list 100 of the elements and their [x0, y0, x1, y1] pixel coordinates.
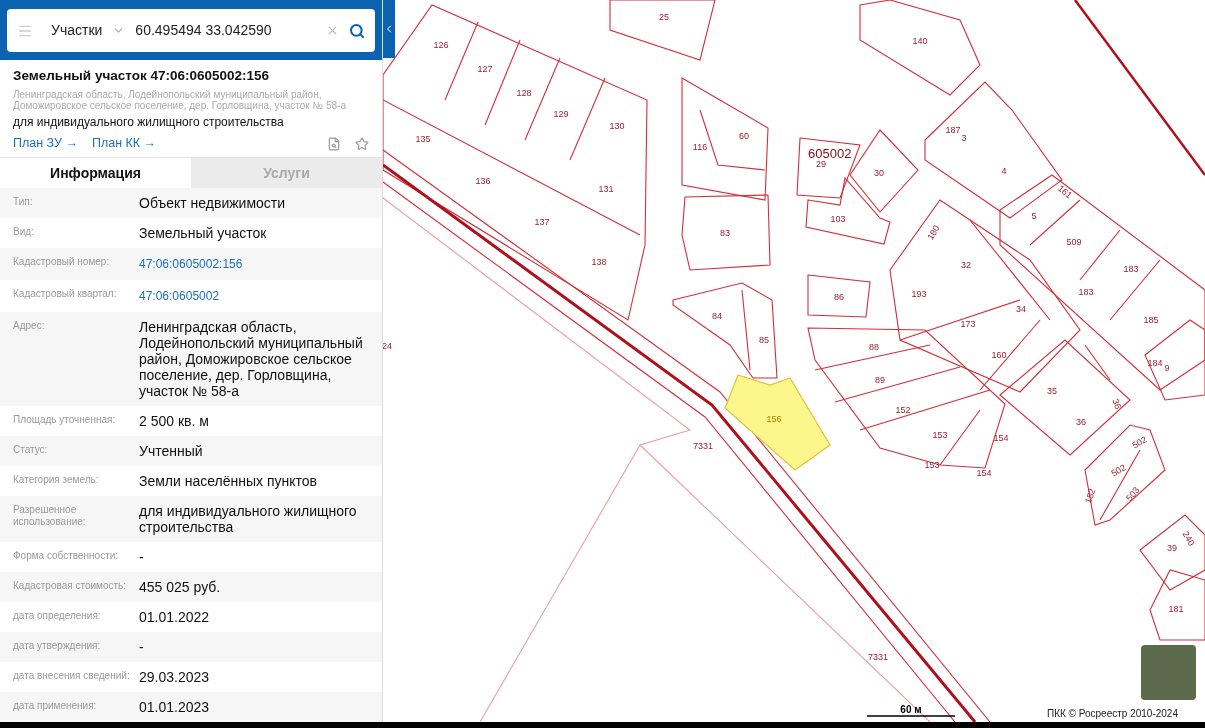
- parcel-number: 136: [475, 176, 491, 186]
- parcel-number: 29: [816, 159, 826, 169]
- field-label: дата определения:: [13, 609, 102, 622]
- field-label: дата применения:: [13, 699, 98, 712]
- parcel-number: 5: [1031, 211, 1037, 221]
- field-label: Адрес:: [13, 319, 46, 332]
- parcel-number: 7331: [868, 652, 888, 662]
- parcel-number: 503: [1124, 485, 1142, 504]
- parcel-number: 240: [1180, 529, 1197, 548]
- parcel-number: 138: [591, 257, 607, 267]
- object-address: Ленинградская область, Лодейнопольский муниципальный район, Доможировское сельское поселение, дер. Горловщина, участок № 58-а: [13, 89, 348, 112]
- parcel-number: 24: [383, 341, 392, 351]
- field-value: Земли населённых пунктов: [139, 473, 318, 489]
- parcel-number: 160: [991, 350, 1007, 360]
- parcel-number: 187: [945, 125, 961, 135]
- field-value[interactable]: 47:06:0605002: [139, 287, 220, 305]
- parcel-number: 88: [869, 342, 879, 352]
- category-select[interactable]: Участки: [51, 20, 103, 41]
- field-label: Категория земель:: [13, 473, 100, 486]
- parcel-number: 129: [553, 109, 569, 119]
- field-value: 29.03.2023: [139, 669, 210, 685]
- field-value: 455 025 руб.: [139, 579, 221, 595]
- parcel-number: 502: [1109, 462, 1128, 479]
- parcel-number: 3: [961, 133, 967, 143]
- field-value: 01.01.2023: [139, 699, 210, 715]
- parcel-number: 153: [924, 460, 940, 470]
- field-value: Земельный участок: [139, 225, 267, 241]
- selected-parcel[interactable]: 156: [724, 374, 831, 471]
- document-search-icon[interactable]: [327, 136, 341, 151]
- clear-icon[interactable]: [326, 24, 339, 37]
- field-value: для индивидуального жилищного строительства: [139, 503, 358, 535]
- parcel-number: 86: [834, 292, 844, 302]
- parcel-number: 140: [912, 36, 928, 46]
- parcel-number: 34: [1016, 304, 1026, 314]
- field-label: Вид:: [13, 225, 35, 238]
- parcel-number: 4: [1001, 166, 1007, 176]
- field-label: Форма собственности:: [13, 549, 120, 562]
- parcel-number: 180: [925, 223, 942, 242]
- field-label: Статус:: [13, 443, 49, 456]
- parcel-number: 36: [1076, 417, 1086, 427]
- field-label: Площадь уточненная:: [13, 413, 117, 426]
- parcel-number: 84: [712, 311, 722, 321]
- parcel-number: 30: [874, 168, 884, 178]
- parcel-number: 32: [961, 260, 971, 270]
- parcel-number: 135: [415, 134, 431, 144]
- parcel-number: 182: [1082, 487, 1098, 505]
- parcel-number: 130: [609, 121, 625, 131]
- parcel-number: 25: [659, 12, 669, 22]
- field-label: дата утверждения:: [13, 639, 102, 652]
- object-title: Земельный участок 47:06:0605002:156: [13, 67, 271, 85]
- parcel-number: 60: [739, 131, 749, 141]
- field-value: -: [139, 549, 144, 565]
- copyright-text: ПКК © Росреестр 2010-2024: [1047, 707, 1178, 721]
- star-icon[interactable]: [355, 136, 369, 151]
- parcel-number: 126: [433, 40, 449, 50]
- panel-collapse-button[interactable]: [383, 0, 395, 58]
- quarter-number: 605002: [808, 146, 852, 161]
- parcel-number: 128: [516, 88, 532, 98]
- parcel-number: 83: [720, 228, 730, 238]
- parcel-number: 137: [534, 217, 550, 227]
- parcel-number: 103: [830, 214, 846, 224]
- parcel-number: 193: [911, 289, 927, 299]
- satellite-thumbnail[interactable]: [1141, 645, 1196, 700]
- parcel-number: 116: [692, 142, 708, 152]
- parcel-number: 39: [1167, 543, 1177, 553]
- parcel-number: 181: [1168, 604, 1184, 614]
- parcel-number: 185: [1143, 315, 1159, 325]
- field-label: Кадастровый квартал:: [13, 287, 118, 300]
- field-value: 01.01.2022: [139, 609, 210, 625]
- field-label: дата внесения сведений:: [13, 669, 131, 682]
- parcel-number: 509: [1066, 237, 1082, 247]
- parcel-number: 184: [1147, 358, 1163, 368]
- field-label: Кадастровая стоимость:: [13, 579, 128, 592]
- parcel-number: 154: [976, 468, 992, 478]
- parcel-number: 85: [759, 335, 769, 345]
- object-purpose: для индивидуального жилищного строительства: [13, 114, 285, 132]
- field-value[interactable]: 47:06:0605002:156: [139, 255, 243, 273]
- field-label: Тип:: [13, 195, 34, 208]
- parcel-number: 9: [1164, 363, 1170, 373]
- field-value: Учтенный: [139, 443, 203, 459]
- field-label: Разрешенное использование:: [13, 503, 87, 528]
- parcel-number: 153: [932, 430, 948, 440]
- parcel-number: 36: [1110, 397, 1124, 411]
- parcel-number: 183: [1123, 264, 1139, 274]
- plan-link[interactable]: План КК →: [91, 134, 157, 153]
- parcel-number: 7331: [693, 441, 713, 451]
- parcel-number: 152: [895, 405, 911, 415]
- field-value: -: [139, 639, 144, 655]
- search-icon[interactable]: [349, 22, 365, 39]
- parcel-number: 35: [1047, 386, 1057, 396]
- plan-link[interactable]: План ЗУ →: [13, 134, 78, 153]
- field-value: Объект недвижимости: [139, 195, 286, 211]
- field-label: Кадастровый номер:: [13, 255, 111, 268]
- scale-label: 60 м: [900, 704, 922, 715]
- parcel-number: 89: [875, 375, 885, 385]
- parcel-number: 131: [598, 184, 614, 194]
- parcel-number: 502: [1130, 434, 1149, 451]
- search-field[interactable]: 60.495494 33.042590: [135, 20, 316, 41]
- parcel-number: 173: [960, 319, 976, 329]
- field-value: Ленинградская область, Лодейнопольский муниципальный район, Доможировское сельское поселение, дер. Горловщина, участок № 58-а: [139, 319, 364, 399]
